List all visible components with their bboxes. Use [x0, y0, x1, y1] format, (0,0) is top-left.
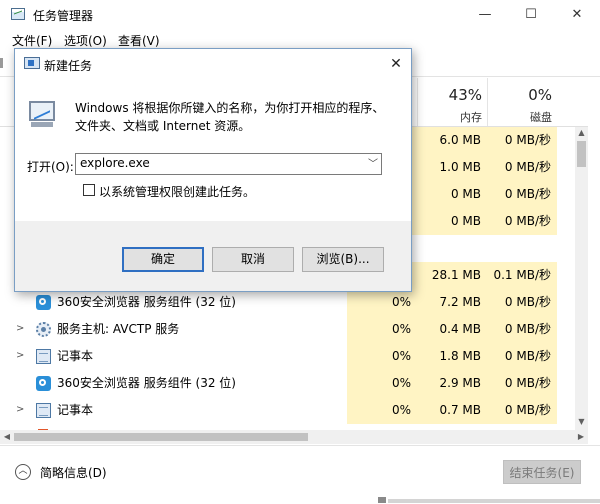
disk-cell: 0 MB/秒	[487, 370, 557, 397]
disk-cell: 0 MB/秒	[487, 181, 557, 208]
cancel-button[interactable]: 取消	[212, 247, 294, 272]
disk-cell: 0 MB/秒	[487, 289, 557, 316]
maximize-button[interactable]: ☐	[508, 0, 554, 30]
open-label: 打开(O):	[27, 160, 74, 174]
footer: ︿ 简略信息(D) 结束任务(E)	[0, 445, 600, 504]
memory-cell: 7.2 MB	[417, 289, 487, 316]
chevron-up-icon[interactable]: ︿	[15, 464, 31, 480]
chevron-down-icon[interactable]: ﹀	[368, 155, 378, 170]
run-program-icon	[27, 99, 59, 129]
end-task-button[interactable]: 结束任务(E)	[503, 460, 581, 484]
memory-cell: 1.0 MB	[417, 154, 487, 181]
fewer-details-link[interactable]: 简略信息(D)	[40, 464, 107, 481]
disk-cell: 0 MB/秒	[487, 397, 557, 424]
process-name: 360安全浏览器 服务组件 (32 位)	[57, 295, 236, 309]
table-row[interactable]: 360安全浏览器 服务组件 (32 位) 0% 2.9 MB 0 MB/秒	[0, 370, 588, 397]
horizontal-scrollbar[interactable]: ◀ ▶	[0, 430, 588, 444]
vertical-scrollbar[interactable]: ▲ ▼	[575, 127, 588, 430]
scroll-right-icon[interactable]: ▶	[574, 430, 588, 444]
expand-chevron-icon[interactable]: >	[16, 350, 24, 361]
dialog-title: 新建任务	[44, 59, 93, 73]
dialog-close-button[interactable]: ✕	[381, 49, 411, 79]
disk-usage: 0%	[528, 86, 552, 104]
notepad-icon	[36, 349, 51, 364]
monitor-base	[31, 122, 53, 127]
memory-cell: 28.1 MB	[417, 262, 487, 289]
process-name: 记事本	[57, 349, 94, 363]
title-bar: 任务管理器 — ☐ ✕	[0, 0, 600, 30]
open-input-value[interactable]: explore.exe	[80, 156, 150, 170]
menu-file[interactable]: 文件(F)	[12, 32, 52, 49]
admin-privileges-label[interactable]: 以系统管理权限创建此任务。	[99, 183, 255, 200]
cpu-cell: 0%	[347, 289, 417, 316]
column-disk[interactable]: 0% 磁盘	[487, 78, 558, 126]
scroll-thumb[interactable]	[14, 433, 308, 441]
notepad-icon	[36, 403, 51, 418]
minimize-button[interactable]: —	[462, 0, 508, 30]
table-row[interactable]: 360安全浏览器 服务组件 (32 位) 0% 7.2 MB 0 MB/秒	[0, 289, 588, 316]
memory-cell: 0 MB	[417, 208, 487, 235]
cpu-cell: 0%	[347, 370, 417, 397]
run-icon	[24, 57, 40, 69]
dialog-body: Windows 将根据你所键入的名称，为你打开相应的程序、文件夹、文档或 Int…	[15, 79, 411, 221]
memory-label: 内存	[460, 111, 482, 124]
disk-cell: 0.1 MB/秒	[487, 262, 557, 289]
disk-cell: 0 MB/秒	[487, 208, 557, 235]
menu-options[interactable]: 选项(O)	[64, 32, 107, 49]
scroll-up-icon[interactable]: ▲	[575, 128, 588, 137]
memory-cell: 6.0 MB	[417, 127, 487, 154]
dialog-description: Windows 将根据你所键入的名称，为你打开相应的程序、文件夹、文档或 Int…	[75, 101, 385, 133]
screen-shape	[29, 101, 55, 121]
expand-chevron-icon[interactable]: >	[16, 323, 24, 334]
service-host-icon	[36, 322, 51, 337]
disk-cell: 0 MB/秒	[487, 154, 557, 181]
process-name: 记事本	[57, 403, 94, 417]
scroll-thumb[interactable]	[577, 141, 586, 167]
memory-cell: 0.4 MB	[417, 316, 487, 343]
memory-cell: 0.7 MB	[417, 397, 487, 424]
table-row[interactable]: > 服务主机: AVCTP 服务 0% 0.4 MB 0 MB/秒	[0, 316, 588, 343]
cpu-cell: 0%	[347, 343, 417, 370]
360-browser-icon	[36, 295, 51, 310]
memory-usage: 43%	[448, 86, 482, 104]
disk-cell: 0 MB/秒	[487, 343, 557, 370]
taskbar-fragment	[388, 499, 600, 503]
scroll-left-icon[interactable]: ◀	[0, 430, 14, 444]
browse-button[interactable]: 浏览(B)...	[302, 247, 384, 272]
ok-button[interactable]: 确定	[122, 247, 204, 272]
expand-chevron-icon[interactable]: >	[16, 404, 24, 415]
cpu-cell: 0%	[347, 397, 417, 424]
window-title: 任务管理器	[33, 9, 94, 23]
admin-privileges-checkbox[interactable]	[83, 184, 95, 196]
memory-cell: 1.8 MB	[417, 343, 487, 370]
tab-edge	[0, 58, 3, 68]
close-button[interactable]: ✕	[554, 0, 600, 30]
open-combobox[interactable]: explore.exe ﹀	[75, 153, 382, 175]
memory-cell: 0 MB	[417, 181, 487, 208]
table-row[interactable]: > 记事本 0% 1.8 MB 0 MB/秒	[0, 343, 588, 370]
taskbar-fragment	[378, 497, 386, 503]
table-row[interactable]: > 记事本 0% 0.7 MB 0 MB/秒	[0, 397, 588, 424]
disk-label: 磁盘	[530, 111, 552, 124]
360-browser-icon	[36, 376, 51, 391]
disk-cell: 0 MB/秒	[487, 316, 557, 343]
dialog-title-bar: 新建任务 ✕	[15, 49, 411, 79]
column-memory[interactable]: 43% 内存	[417, 78, 488, 126]
menu-view[interactable]: 查看(V)	[118, 32, 160, 49]
cpu-cell: 0%	[347, 316, 417, 343]
scroll-down-icon[interactable]: ▼	[575, 417, 588, 426]
memory-cell: 2.9 MB	[417, 370, 487, 397]
create-new-task-dialog: 新建任务 ✕ Windows 将根据你所键入的名称，为你打开相应的程序、文件夹、…	[14, 48, 412, 292]
menu-bar: 文件(F) 选项(O) 查看(V)	[0, 30, 600, 50]
process-name: 服务主机: AVCTP 服务	[57, 322, 180, 336]
disk-cell: 0 MB/秒	[487, 127, 557, 154]
process-name: 360安全浏览器 服务组件 (32 位)	[57, 376, 236, 390]
task-manager-icon	[11, 8, 25, 20]
